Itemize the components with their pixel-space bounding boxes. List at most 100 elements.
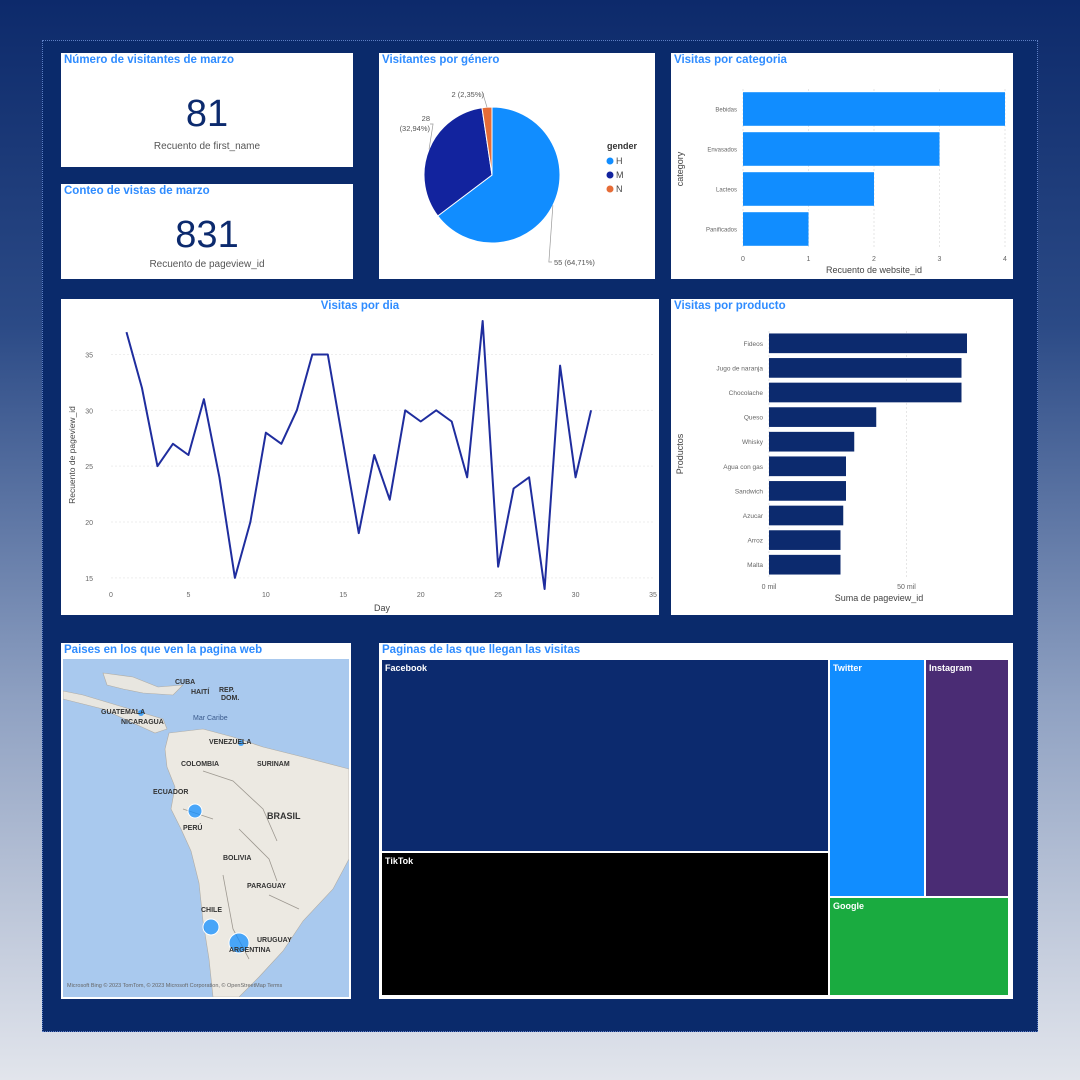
- map-label-guatemala: GUATEMALA: [101, 709, 146, 716]
- map-label-colombia: COLOMBIA: [181, 761, 220, 768]
- map-title: Paises en los que ven la pagina web: [64, 644, 263, 656]
- kpi-visitors-value: 81: [185, 93, 229, 135]
- x-tick-6: 30: [572, 592, 580, 599]
- gender-legend-title: gender: [607, 141, 638, 151]
- treemap-tile-twitter[interactable]: Twitter: [829, 659, 925, 897]
- x-tick-0: 0: [741, 256, 745, 263]
- x-axis-title: Suma de pageview_id: [835, 593, 924, 603]
- bar-label-azucar: Azucar: [743, 513, 764, 520]
- bar-chocolache: [769, 382, 962, 403]
- x-tick-1: 5: [186, 592, 190, 599]
- map-bubble-ecuador: [187, 803, 203, 819]
- treemap-label-google: Google: [833, 901, 864, 911]
- map-attribution: Microsoft Bing © 2023 TomTom, © 2023 Mic…: [67, 983, 283, 989]
- map-bubble-chile: [202, 918, 220, 936]
- bar-label-queso: Queso: [744, 415, 764, 422]
- bar-label-fideos: Fideos: [743, 341, 763, 348]
- bar-envasados: [743, 132, 940, 166]
- bar-jugo-de-naranja: [769, 358, 962, 378]
- x-tick-3: 3: [938, 256, 942, 263]
- pie-leader-h: [548, 205, 554, 263]
- y-tick-4: 35: [85, 353, 93, 360]
- caribbean-land: [102, 672, 184, 696]
- legend-dot-m: [606, 171, 614, 179]
- bar-lacteos: [743, 172, 874, 206]
- x-tick-7: 35: [649, 592, 657, 599]
- gender-chart-card[interactable]: Visitantes por género 55 (64,71%) 28 (32,9…: [379, 53, 655, 279]
- bar-bebidas: [743, 92, 1005, 126]
- category-chart-card[interactable]: Visitas por categoria Bebidas Envasados La…: [671, 53, 1013, 279]
- bar-label-panificados: Panificados: [706, 228, 737, 234]
- bar-panificados: [743, 212, 809, 246]
- map-label-venezuela: VENEZUELA: [209, 739, 252, 746]
- treemap-tile-tiktok[interactable]: TikTok: [381, 852, 829, 996]
- x-axis-title: Day: [374, 603, 391, 613]
- y-axis-title: category: [675, 151, 685, 186]
- map-card[interactable]: Paises en los que ven la pagina web CUBA…: [61, 643, 351, 999]
- map-label-nicaragua: NICARAGUA: [121, 719, 164, 726]
- kpi-visitors-label: Recuento de first_name: [153, 141, 261, 152]
- treemap-tile-facebook[interactable]: Facebook: [381, 659, 829, 852]
- treemap-label-instagram: Instagram: [929, 663, 973, 673]
- category-bar-chart: Bebidas Envasados Lacteos Panificados 0 1 2 3 4 R…: [675, 89, 1007, 275]
- y-tick-0: 15: [85, 576, 93, 583]
- map-label-rep: REP.: [219, 687, 235, 694]
- map-label-chile: CHILE: [201, 907, 222, 914]
- south-america-land: [164, 728, 349, 997]
- legend-label-h: H: [616, 156, 623, 166]
- bar-sandwich: [769, 481, 846, 501]
- daily-line-chart: 15 20 25 30 35 0 5 10 15 20 25 30 35 Day Recuento de p…: [67, 320, 657, 613]
- treemap-tile-instagram[interactable]: Instagram: [925, 659, 1009, 897]
- treemap-card[interactable]: Paginas de las que llegan las visitas Fa…: [379, 643, 1013, 999]
- map-label-bolivia: BOLIVIA: [223, 855, 252, 862]
- kpi-visitors-card[interactable]: Número de visitantes de marzo 81 Recuent…: [61, 53, 353, 167]
- bar-arroz: [769, 530, 841, 550]
- bar-label-arroz: Arroz: [747, 538, 763, 545]
- bar-queso: [769, 407, 877, 427]
- treemap-label-twitter: Twitter: [833, 663, 862, 673]
- map-label-ecuador: ECUADOR: [153, 789, 189, 796]
- kpi-views-title: Conteo de vistas de marzo: [64, 185, 210, 197]
- map-label-surinam: SURINAM: [257, 761, 290, 768]
- bar-label-bebidas: Bebidas: [715, 108, 737, 114]
- x-tick-1: 1: [807, 256, 811, 263]
- x-tick-5: 25: [494, 592, 502, 599]
- map-label-peru: PERÚ: [183, 825, 203, 832]
- bar-label-lacteos: Lacteos: [716, 188, 737, 194]
- bar-label-agua-con-gas: Agua con gas: [723, 464, 764, 471]
- kpi-views-card[interactable]: Conteo de vistas de marzo 831 Recuento d…: [61, 184, 353, 279]
- x-tick-1: 50 mil: [897, 584, 916, 591]
- map-label-mar-caribe: Mar Caribe: [193, 715, 228, 722]
- map-label-argentina: ARGENTINA: [229, 947, 271, 954]
- treemap-label-tiktok: TikTok: [385, 856, 414, 866]
- y-tick-2: 25: [85, 464, 93, 471]
- map-label-paraguay: PARAGUAY: [247, 883, 286, 890]
- kpi-views-label: Recuento de pageview_id: [149, 259, 265, 270]
- y-axis-title: Productos: [675, 433, 685, 474]
- map-label-dom: DOM.: [221, 695, 240, 702]
- treemap-label-facebook: Facebook: [385, 663, 428, 673]
- x-tick-4: 20: [417, 592, 425, 599]
- bar-label-malta: Malta: [747, 562, 763, 569]
- kpi-visitors-title: Número de visitantes de marzo: [64, 54, 234, 66]
- dashboard-canvas: Número de visitantes de marzo 81 Recuent…: [42, 40, 1038, 1032]
- daily-series-line: [125, 320, 593, 590]
- x-tick-4: 4: [1003, 256, 1007, 263]
- pie-label-m-pct: (32,94%): [400, 124, 431, 133]
- daily-chart-card[interactable]: Visitas por dia 15 20 25 30 35 0 5 10 15 20 25 30 35…: [61, 299, 659, 615]
- gender-pie-chart: 55 (64,71%) 28(32,94%) 2 (2,35%) HMN: [400, 90, 624, 267]
- treemap-tile-google[interactable]: Google: [829, 897, 1009, 996]
- bar-malta: [769, 554, 841, 575]
- bar-azucar: [769, 505, 844, 526]
- y-tick-1: 20: [85, 520, 93, 527]
- legend-label-n: N: [616, 184, 623, 194]
- x-tick-0: 0 mil: [762, 584, 777, 591]
- bar-label-jugo-de-naranja: Jugo de naranja: [716, 365, 763, 372]
- kpi-views-value: 831: [175, 214, 239, 256]
- legend-dot-n: [606, 185, 614, 193]
- pie-label-n: 2 (2,35%): [451, 90, 484, 99]
- product-chart-card[interactable]: Visitas por producto 0 mil 50 mil Fideos Ju…: [671, 299, 1013, 615]
- map-label-haiti: HAITÍ: [191, 689, 210, 696]
- bar-whisky: [769, 431, 855, 452]
- bar-agua-con-gas: [769, 456, 846, 477]
